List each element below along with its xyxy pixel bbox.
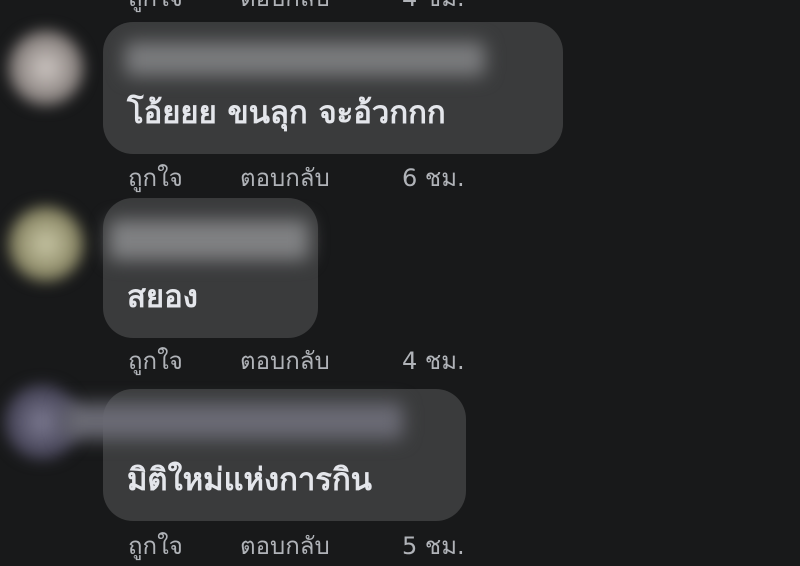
avatar[interactable]	[8, 30, 84, 106]
comment-actions: ถูกใจ ตอบกลับ 5 ชม.	[128, 534, 465, 558]
reply-button[interactable]: ตอบกลับ	[240, 534, 402, 558]
like-button[interactable]: ถูกใจ	[128, 166, 240, 190]
comment-actions: ถูกใจ ตอบกลับ 4 ชม.	[128, 349, 465, 373]
like-button[interactable]: ถูกใจ	[128, 534, 240, 558]
comment-bubble: โอ้ยยย ขนลุก จะอ้วกกก	[103, 22, 563, 154]
commenter-name-blurred[interactable]	[63, 403, 403, 439]
comment-bubble: มิติใหม่แห่งการกิน	[63, 389, 466, 521]
commenter-name-blurred[interactable]	[125, 42, 485, 76]
comment-text: โอ้ยยย ขนลุก จะอ้วกกก	[127, 95, 446, 131]
comment-text: สยอง	[127, 279, 198, 315]
avatar[interactable]	[8, 206, 84, 282]
comment-bubble: สยอง	[103, 198, 318, 338]
comment-actions: ถูกใจ ตอบกลับ 6 ชม.	[128, 166, 465, 190]
reply-button[interactable]: ตอบกลับ	[240, 0, 402, 10]
comment-text: มิติใหม่แห่งการกิน	[127, 462, 372, 498]
reply-button[interactable]: ตอบกลับ	[240, 166, 402, 190]
comment-timestamp: 5 ชม.	[402, 532, 465, 560]
comment-actions-partial: ถูกใจตอบกลับ4 ชม.	[128, 0, 465, 10]
comment-timestamp: 6 ชม.	[402, 164, 465, 192]
like-button[interactable]: ถูกใจ	[128, 349, 240, 373]
comment-timestamp: 4 ชม.	[402, 347, 465, 375]
reply-button[interactable]: ตอบกลับ	[240, 349, 402, 373]
comment-timestamp: 4 ชม.	[402, 0, 465, 12]
like-button[interactable]: ถูกใจ	[128, 0, 240, 10]
commenter-name-blurred[interactable]	[109, 220, 309, 260]
